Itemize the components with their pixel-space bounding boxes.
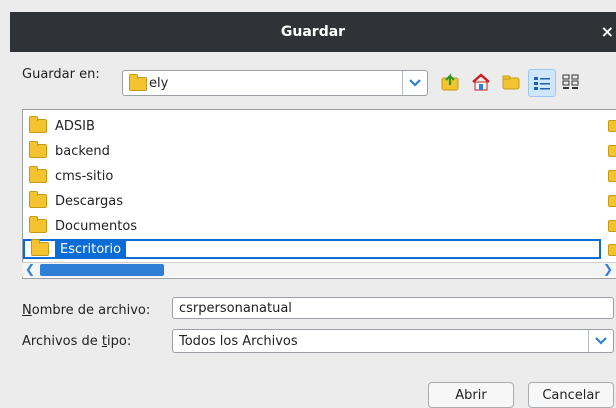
folder-icon: [29, 191, 47, 208]
folder-icon: [29, 116, 47, 133]
filename-value: csrpersonanatual: [179, 300, 292, 316]
cancel-button-label: Cancelar: [542, 387, 600, 403]
file-name: Documentos: [55, 218, 138, 234]
save-dialog: Guardar en: ely ADSIB backend cms-sitio …: [10, 52, 616, 408]
scroll-left-icon[interactable]: ❮: [23, 262, 37, 276]
save-in-row: Guardar en:: [22, 67, 100, 82]
file-name: backend: [55, 143, 110, 159]
scroll-thumb[interactable]: [40, 264, 164, 276]
folder-icon: [129, 74, 147, 91]
list-item[interactable]: Documentos: [29, 216, 137, 236]
chevron-down-icon[interactable]: [402, 71, 427, 95]
filename-input[interactable]: csrpersonanatual: [172, 297, 614, 319]
save-in-combobox[interactable]: ely: [122, 70, 428, 96]
folder-icon: [29, 216, 47, 233]
chevron-down-icon[interactable]: [588, 330, 613, 352]
save-in-label: Guardar en:: [22, 67, 100, 82]
up-folder-icon[interactable]: [438, 69, 464, 95]
list-item[interactable]: backend: [29, 141, 110, 161]
file-name: Escritorio: [54, 239, 127, 259]
folder-icon: [608, 170, 616, 182]
file-list[interactable]: ADSIB backend cms-sitio Descargas Docume…: [22, 109, 616, 279]
filename-label-rest: ombre de archivo:: [31, 303, 151, 318]
close-icon[interactable]: ×: [601, 22, 614, 41]
details-view-icon[interactable]: [558, 69, 584, 95]
file-name: cms-sitio: [55, 168, 114, 184]
filetype-label: Archivos de tipo:: [22, 334, 131, 349]
new-folder-icon[interactable]: [498, 69, 524, 95]
list-item-selected[interactable]: Escritorio: [23, 239, 601, 259]
folder-icon: [608, 195, 616, 207]
list-view-icon[interactable]: [528, 69, 556, 97]
folder-icon: [608, 244, 616, 256]
file-name: ADSIB: [55, 118, 95, 134]
open-button-label: Abrir: [455, 387, 487, 403]
filetype-value: Todos los Archivos: [179, 333, 298, 349]
filename-label: Nombre de archivo:: [22, 303, 150, 318]
filetype-label-start: Archivos de: [22, 334, 102, 349]
filetype-label-rest: ipo:: [107, 334, 132, 349]
filename-label-mnemonic: N: [22, 303, 32, 318]
title-bar: Guardar ×: [10, 12, 616, 52]
horizontal-scrollbar[interactable]: ❮ ❯: [22, 262, 616, 277]
folder-icon: [31, 239, 49, 256]
scroll-right-icon[interactable]: ❯: [601, 262, 615, 276]
folder-icon: [608, 220, 616, 232]
list-item[interactable]: cms-sitio: [29, 166, 113, 186]
folder-icon: [608, 120, 616, 132]
filetype-select[interactable]: Todos los Archivos: [172, 329, 614, 353]
cancel-button[interactable]: Cancelar: [528, 382, 614, 408]
folder-icon: [29, 141, 47, 158]
window-title: Guardar: [280, 24, 346, 40]
save-in-value: ely: [149, 75, 169, 91]
list-item[interactable]: ADSIB: [29, 116, 95, 136]
list-item[interactable]: Descargas: [29, 191, 123, 211]
folder-icon: [29, 166, 47, 183]
open-button[interactable]: Abrir: [428, 382, 514, 408]
home-icon[interactable]: [468, 69, 494, 95]
folder-icon: [608, 145, 616, 157]
file-name: Descargas: [55, 193, 124, 209]
